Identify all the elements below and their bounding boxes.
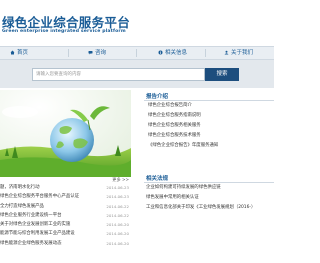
intro-link[interactable]: 绿色企业综合报告简介 xyxy=(148,101,274,111)
banner-image xyxy=(0,90,131,177)
links-list: 企业如何构建可持续发展的绿色供应链 绿色发展中常用的相关认证 工业和信息化部关于… xyxy=(146,183,274,213)
intro-link[interactable]: 绿色企业综合服务技术服务 xyxy=(148,131,274,141)
intro-link[interactable]: 绿色企业综合服务相关服务 xyxy=(148,121,274,131)
news-date: 2014-06-20 xyxy=(106,240,129,246)
news-date: 2014-06-20 xyxy=(106,231,129,237)
nav-item-info[interactable]: 相关信息 xyxy=(158,47,187,59)
news-title: 题，济南明水化行动 xyxy=(0,185,40,190)
info-icon xyxy=(158,50,163,54)
search-input[interactable]: 请输入您要查询的内容 xyxy=(32,68,205,81)
news-date: 2014-06-23 xyxy=(106,194,129,200)
news-item[interactable]: 题，济南明水化行动 2014-06-23 xyxy=(0,183,131,192)
nav-label: 相关信息 xyxy=(165,50,188,56)
nav-label: 咨询 xyxy=(95,50,107,56)
home-icon xyxy=(10,50,15,54)
nav-divider xyxy=(205,49,206,57)
intro-list: 绿色企业综合报告简介 绿色企业综合服务指南说明 绿色企业综合服务相关服务 绿色企… xyxy=(148,101,274,151)
news-title: 全力打造绿色发展产品 xyxy=(0,203,44,209)
nav-item-home[interactable]: 首页 xyxy=(10,47,28,59)
news-title: 绿色企业服务行业建设统一平台 xyxy=(0,212,62,218)
regulation-link[interactable]: 企业如何构建可持续发展的绿色供应链 xyxy=(146,183,274,193)
news-title: 绿色能源企业绿色服务发展动态 xyxy=(0,240,62,246)
intro-panel-title: 报告介绍 xyxy=(146,94,169,100)
news-title: 能源节能与综合利用发展工业产品建设 xyxy=(0,231,75,237)
nav-divider xyxy=(68,49,69,57)
nav-item-about[interactable]: 关于我们 xyxy=(224,47,253,59)
chat-icon xyxy=(88,50,93,54)
news-item[interactable]: 绿色企业综合服务平台服务中心产品认证 2014-06-23 xyxy=(0,192,131,201)
search-bar: 请输入您要查询的内容 搜索 xyxy=(0,60,274,88)
news-title: 关于对绿色企业发展创新工业的实施 xyxy=(0,222,71,228)
about-icon xyxy=(224,50,229,54)
news-item[interactable]: 绿色能源企业绿色服务发展动态 2014-06-20 xyxy=(0,239,131,248)
news-list: 题，济南明水化行动 2014-06-23 绿色企业综合服务平台服务中心产品认证 20… xyxy=(0,183,131,248)
green-earth-illustration xyxy=(0,90,131,177)
news-item[interactable]: 绿色企业服务行业建设统一平台 2014-06-22 xyxy=(0,211,131,220)
news-item[interactable]: 关于对绿色企业发展创新工业的实施 2014-06-20 xyxy=(0,220,131,229)
nav-divider xyxy=(136,49,137,57)
nav-item-consult[interactable]: 咨询 xyxy=(88,47,106,59)
search-button[interactable]: 搜索 xyxy=(205,68,239,81)
site-subtitle: Green enterprise integrated service plat… xyxy=(2,29,126,34)
news-date: 2014-06-22 xyxy=(106,203,129,209)
nav-label: 关于我们 xyxy=(231,50,254,56)
regulation-link[interactable]: 绿色发展中常用的相关认证 xyxy=(146,193,274,203)
news-date: 2014-06-23 xyxy=(106,185,129,190)
nav-label: 首页 xyxy=(17,50,29,56)
news-date: 2014-06-20 xyxy=(106,222,129,228)
news-item[interactable]: 能源节能与综合利用发展工业产品建设 2014-06-20 xyxy=(0,229,131,238)
regulation-link[interactable]: 工业和信息化部关于印发《工业绿色发展规划（2016-） xyxy=(146,203,274,213)
main-nav: 首页 咨询 相关信息 关于我们 xyxy=(0,46,274,60)
header: 绿色企业综合服务平台 Green enterprise integrated s… xyxy=(0,0,274,42)
news-title: 绿色企业综合服务平台服务中心产品认证 xyxy=(0,194,80,200)
intro-link[interactable]: 《绿色企业综合报告》年度服务通知 xyxy=(148,141,274,151)
news-date: 2014-06-22 xyxy=(106,212,129,218)
news-item[interactable]: 全力打造绿色发展产品 2014-06-22 xyxy=(0,202,131,211)
intro-link[interactable]: 绿色企业综合服务指南说明 xyxy=(148,111,274,121)
links-panel-title: 相关法规 xyxy=(146,176,169,182)
